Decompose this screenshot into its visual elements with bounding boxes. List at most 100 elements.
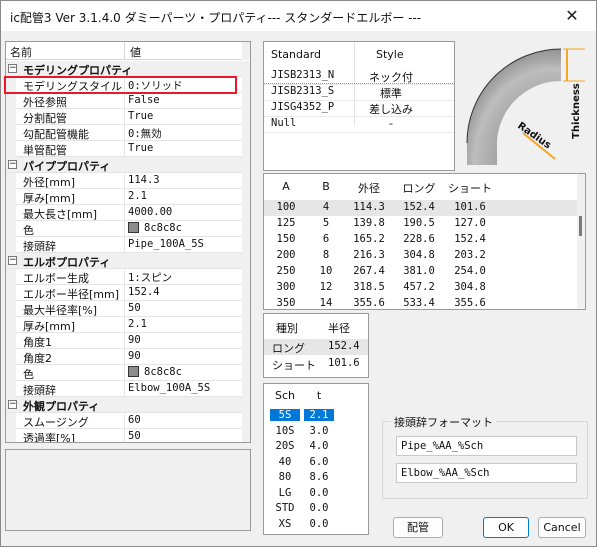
property-row[interactable]: エルボー半径[mm] 152.4: [6, 285, 250, 301]
property-row[interactable]: 外径[mm] 114.3: [6, 173, 250, 189]
property-value[interactable]: 8c8c8c: [128, 366, 182, 378]
property-row[interactable]: 最大半径率[%] 50: [6, 301, 250, 317]
dimension-table: A B 外径 ロング ショート 100 4 114.3 152.4 101.6 125 5 139.8…: [263, 173, 586, 310]
collapse-toggle-icon[interactable]: −: [8, 400, 17, 409]
ok-button[interactable]: OK: [483, 517, 529, 538]
property-value[interactable]: 50: [128, 302, 141, 314]
sch-row[interactable]: XS 0.0: [264, 517, 368, 533]
property-value[interactable]: True: [128, 110, 153, 122]
property-value[interactable]: 2.1: [128, 318, 147, 330]
pipe-prefix-input[interactable]: Pipe_%AA_%Sch: [396, 436, 577, 456]
property-row[interactable]: 単管配管 True: [6, 141, 250, 157]
dimension-row[interactable]: 200 8 216.3 304.8 203.2: [264, 248, 577, 264]
style-cell: 差し込み: [369, 103, 413, 116]
property-category[interactable]: − モデリングプロパティ: [6, 61, 250, 77]
title-bar[interactable]: ic配管3 Ver 3.1.4.0 ダミーパーツ・プロパティ--- スタンダード…: [1, 1, 596, 31]
standard-row[interactable]: JISB2313_S 標準: [264, 83, 454, 101]
property-grid: 名前 値 − モデリングプロパティ モデリングスタイル 0:ソリッド 外径参照 False…: [5, 41, 251, 443]
property-row[interactable]: モデリングスタイル 0:ソリッド: [6, 77, 250, 93]
collapse-toggle-icon[interactable]: −: [8, 256, 17, 265]
property-value[interactable]: 1:スピン: [128, 270, 172, 285]
property-value[interactable]: 60: [128, 414, 141, 426]
sch-row[interactable]: 20S 4.0: [264, 439, 368, 455]
property-name: 角度2: [23, 352, 52, 365]
dimension-row[interactable]: 125 5 139.8 190.5 127.0: [264, 216, 577, 232]
sch-row[interactable]: LG 0.0: [264, 486, 368, 502]
standard-cell: JISB2313_S: [271, 85, 335, 97]
sch-row[interactable]: 10S 3.0: [264, 424, 368, 440]
property-row[interactable]: 接頭辞 Pipe_100A_5S: [6, 237, 250, 253]
dimension-cell: 318.5: [353, 281, 385, 293]
property-row[interactable]: エルボー生成 1:スピン: [6, 269, 250, 285]
property-value[interactable]: False: [128, 94, 160, 106]
kind-row[interactable]: ショート 101.6: [264, 356, 368, 372]
dimension-row[interactable]: 150 6 165.2 228.6 152.4: [264, 232, 577, 248]
close-button[interactable]: ✕: [550, 1, 594, 31]
dimension-cell: 8: [322, 249, 330, 261]
dimension-row[interactable]: 300 12 318.5 457.2 304.8: [264, 280, 577, 296]
property-value[interactable]: Elbow_100A_5S: [128, 382, 210, 394]
sch-cell: 20S: [275, 440, 295, 452]
standard-row[interactable]: JISG4352_P 差し込み: [264, 100, 454, 116]
standard-row[interactable]: JISB2313_N ネック付: [264, 68, 454, 84]
property-value[interactable]: 114.3: [128, 174, 160, 186]
property-name: 厚み[mm]: [23, 320, 76, 333]
style-cell: -: [389, 117, 393, 130]
property-category[interactable]: − パイププロパティ: [6, 157, 250, 173]
dimension-column-header: 外径: [358, 182, 380, 195]
dimension-cell: 10: [319, 265, 333, 277]
property-row[interactable]: スムージング 60: [6, 413, 250, 429]
property-row[interactable]: 透過率[%] 50: [6, 429, 250, 442]
property-row[interactable]: 勾配配管機能 0:無効: [6, 125, 250, 141]
standard-row[interactable]: Null -: [264, 116, 454, 132]
property-value[interactable]: 8c8c8c: [128, 222, 182, 234]
property-name: エルボー生成: [23, 272, 89, 285]
property-row[interactable]: 色 8c8c8c: [6, 365, 250, 381]
t-cell: 8.6: [309, 471, 329, 483]
dimension-row[interactable]: 100 4 114.3 152.4 101.6: [264, 200, 577, 216]
kind-row[interactable]: ロング 152.4: [264, 339, 368, 355]
dimension-table-scrollbar[interactable]: [577, 174, 585, 309]
sch-row[interactable]: STD 0.0: [264, 501, 368, 517]
property-category[interactable]: − エルボプロパティ: [6, 253, 250, 269]
sch-cell: STD: [275, 502, 295, 514]
style-cell: 標準: [380, 87, 402, 100]
property-row[interactable]: 分割配管 True: [6, 109, 250, 125]
collapse-toggle-icon[interactable]: −: [8, 160, 17, 169]
property-row[interactable]: 接頭辞 Elbow_100A_5S: [6, 381, 250, 397]
property-value[interactable]: 0:ソリッド: [128, 78, 183, 93]
property-row[interactable]: 厚み[mm] 2.1: [6, 317, 250, 333]
property-value[interactable]: 50: [128, 430, 141, 442]
property-row[interactable]: 角度2 90: [6, 349, 250, 365]
elbow-prefix-input[interactable]: Elbow_%AA_%Sch: [396, 463, 577, 483]
piping-button[interactable]: 配管: [393, 517, 443, 538]
sch-row[interactable]: 5S 2.1: [264, 408, 368, 424]
property-row[interactable]: 最大長さ[mm] 4000.00: [6, 205, 250, 221]
property-grid-scrollbar[interactable]: [242, 61, 250, 442]
property-category[interactable]: − 外観プロパティ: [6, 397, 250, 413]
property-value[interactable]: 90: [128, 334, 141, 346]
cancel-button[interactable]: Cancel: [538, 517, 586, 538]
dimension-cell: 355.6: [454, 297, 486, 309]
property-row[interactable]: 角度1 90: [6, 333, 250, 349]
property-value[interactable]: 152.4: [128, 286, 160, 298]
property-row[interactable]: 厚み[mm] 2.1: [6, 189, 250, 205]
radius-cell: 152.4: [328, 340, 360, 352]
dimension-cell: 350: [276, 297, 296, 309]
property-value[interactable]: 4000.00: [128, 206, 172, 218]
sch-row[interactable]: 80 8.6: [264, 470, 368, 486]
property-value[interactable]: 90: [128, 350, 141, 362]
property-value[interactable]: Pipe_100A_5S: [128, 238, 204, 250]
dimension-row[interactable]: 350 14 355.6 533.4 355.6: [264, 296, 577, 309]
dimension-cell: 304.8: [403, 249, 435, 261]
collapse-toggle-icon[interactable]: −: [8, 64, 17, 73]
property-row[interactable]: 外径参照 False: [6, 93, 250, 109]
sch-table: Sch t 5S 2.1 10S 3.0 20S 4.0 40 6.0 80 8.6 LG 0.0 ST…: [263, 383, 369, 535]
property-row[interactable]: 色 8c8c8c: [6, 221, 250, 237]
property-value[interactable]: 2.1: [128, 190, 147, 202]
sch-row[interactable]: 40 6.0: [264, 455, 368, 471]
property-value[interactable]: 0:無効: [128, 126, 162, 141]
dimension-row[interactable]: 250 10 267.4 381.0 254.0: [264, 264, 577, 280]
property-value[interactable]: True: [128, 142, 153, 154]
dimension-cell: 381.0: [403, 265, 435, 277]
